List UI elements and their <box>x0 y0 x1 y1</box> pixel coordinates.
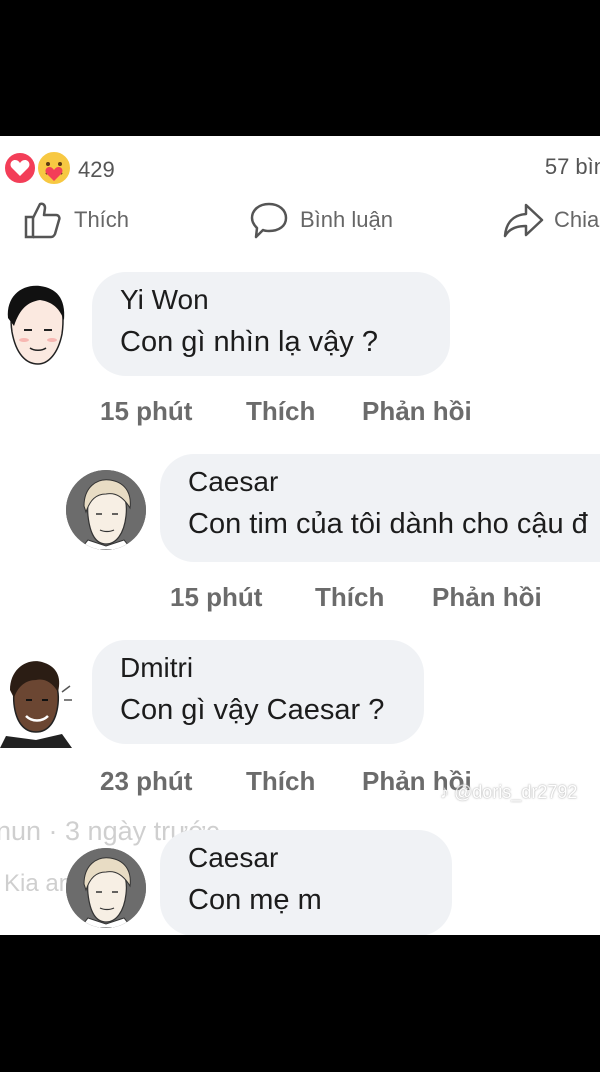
avatar[interactable] <box>66 470 146 550</box>
comment-like-link[interactable]: Thích <box>246 766 315 797</box>
reaction-count: 429 <box>78 157 115 182</box>
comment-text: Con mẹ m <box>188 884 322 916</box>
share-icon <box>503 203 544 238</box>
comment-author[interactable]: Yi Won <box>120 284 422 316</box>
comment-author[interactable]: Dmitri <box>120 652 396 684</box>
share-button[interactable]: Chia <box>502 198 599 242</box>
care-reaction-icon <box>36 150 72 186</box>
comment-button-label: Bình luận <box>300 207 393 232</box>
watermark-handle: @doris_dr2792 <box>454 782 578 802</box>
comment-text: Con gì nhìn lạ vậy ? <box>120 326 378 358</box>
comment-text: Con tim của tôi dành cho cậu đ <box>188 508 588 540</box>
comment-button[interactable]: Bình luận <box>248 198 393 242</box>
tiktok-watermark: ♪ @doris_dr2792 <box>440 782 577 803</box>
comment-like-link[interactable]: Thích <box>315 582 384 613</box>
reactions-row[interactable]: 429 57 bìn <box>0 148 600 188</box>
avatar[interactable] <box>0 276 74 372</box>
post-content: 429 57 bìn Thích Bình luận Chia Yi Won C… <box>0 136 600 935</box>
share-count[interactable]: 57 bìn <box>545 154 600 180</box>
comment-time: 15 phút <box>170 582 263 612</box>
avatar[interactable] <box>66 848 146 928</box>
like-button[interactable]: Thích <box>22 198 129 242</box>
comment-author[interactable]: Caesar <box>188 842 424 874</box>
comment-bubble[interactable]: Dmitri Con gì vậy Caesar ? <box>92 640 424 744</box>
comment-bubble[interactable]: Caesar Con mẹ m <box>160 830 452 935</box>
comment-text: Con gì vậy Caesar ? <box>120 694 385 726</box>
comment-reply-link[interactable]: Phản hồi <box>362 396 472 427</box>
comment-meta: 15 phút Thích Phản hồi <box>100 396 520 428</box>
comment-reply-link[interactable]: Phản hồi <box>432 582 542 613</box>
comment-bubble[interactable]: Yi Won Con gì nhìn lạ vậy ? <box>92 272 450 376</box>
bottom-letterbox <box>0 935 600 1072</box>
share-button-label: Chia <box>554 207 600 232</box>
post-action-bar: Thích Bình luận Chia <box>0 198 600 242</box>
comment-time: 23 phút <box>100 766 193 796</box>
comment-time: 15 phút <box>100 396 193 426</box>
top-letterbox <box>0 0 600 136</box>
comment-meta: 15 phút Thích Phản hồi <box>170 582 590 614</box>
comment-bubble[interactable]: Caesar Con tim của tôi dành cho cậu đ <box>160 454 600 562</box>
thumbs-up-icon <box>24 202 61 239</box>
comment-icon <box>250 202 288 239</box>
comment-author[interactable]: Caesar <box>188 466 592 498</box>
like-button-label: Thích <box>74 207 130 232</box>
comment-like-link[interactable]: Thích <box>246 396 315 427</box>
avatar[interactable] <box>0 652 74 748</box>
tiktok-icon: ♪ <box>440 782 449 802</box>
